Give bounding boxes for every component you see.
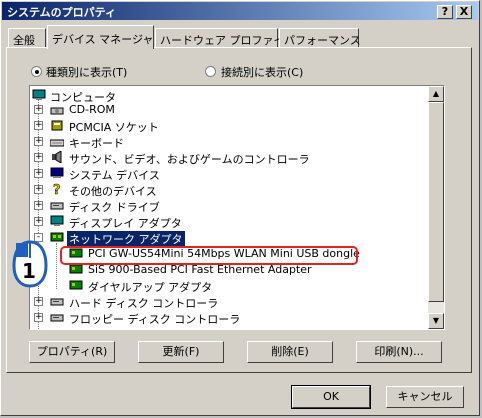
expander-icon[interactable]: + bbox=[34, 201, 43, 210]
system-device-icon bbox=[50, 167, 64, 178]
tree-item-label: サウンド、ビデオ、およびゲームのコントローラ bbox=[69, 153, 310, 166]
tree-connector-children bbox=[56, 243, 57, 289]
tree-item-label: CD-ROM bbox=[69, 103, 115, 116]
ok-button[interactable]: OK bbox=[291, 385, 371, 409]
radio-by-type-label[interactable]: 種類別に表示(T) bbox=[46, 64, 127, 80]
floppy-icon bbox=[50, 314, 64, 322]
hdd-controller-icon bbox=[50, 298, 64, 306]
title-bar: システムのプロパティ ? X bbox=[2, 2, 478, 20]
expander-icon[interactable]: + bbox=[34, 153, 43, 162]
tree-connector bbox=[38, 99, 39, 329]
display-icon bbox=[50, 215, 64, 226]
step-callout: 1 bbox=[10, 240, 50, 288]
expander-icon[interactable]: + bbox=[34, 297, 43, 306]
cancel-button[interactable]: キャンセル bbox=[386, 386, 464, 408]
tree-item-label: システム デバイス bbox=[69, 169, 160, 182]
sound-icon bbox=[52, 151, 62, 163]
expander-icon[interactable]: + bbox=[34, 313, 43, 322]
svg-text:?: ? bbox=[53, 183, 61, 196]
keyboard-icon bbox=[50, 139, 64, 147]
tab-general[interactable]: 全般 bbox=[8, 28, 46, 48]
question-icon: ? bbox=[53, 183, 61, 196]
scroll-down-icon[interactable]: ▼ bbox=[428, 313, 444, 329]
tree-items: + CD-ROM + PCMCIA ソケット + キーボード + サウンド、ビデ… bbox=[29, 85, 428, 330]
tree-item-label: ダイヤルアップ アダプタ bbox=[88, 281, 213, 294]
tab-performance[interactable]: パフォーマンス bbox=[279, 28, 361, 48]
tree-item-label: フロッピー ディスク コントローラ bbox=[69, 313, 241, 326]
highlight-ring bbox=[60, 246, 358, 265]
print-button[interactable]: 印刷(N)... bbox=[356, 341, 442, 363]
window-title: システムのプロパティ bbox=[7, 6, 117, 19]
remove-button[interactable]: 削除(E) bbox=[247, 341, 333, 363]
network-card-icon bbox=[69, 280, 83, 290]
help-button[interactable]: ? bbox=[437, 5, 453, 19]
callout-number: 1 bbox=[22, 259, 36, 283]
expander-icon[interactable]: + bbox=[34, 217, 43, 226]
disk-drive-icon bbox=[50, 202, 64, 210]
radio-by-connection[interactable] bbox=[205, 66, 216, 77]
properties-button[interactable]: プロパティ(R) bbox=[29, 341, 115, 363]
tree-item-label: ハード ディスク コントローラ bbox=[69, 297, 219, 310]
tree-item-label: ディスク ドライブ bbox=[69, 201, 160, 214]
tab-device-manager[interactable]: デバイス マネージャ bbox=[47, 25, 154, 49]
tree-item-label: ネットワーク アダプタ bbox=[67, 231, 185, 247]
expander-icon[interactable]: + bbox=[34, 169, 43, 178]
pcmcia-icon bbox=[51, 120, 63, 131]
scroll-up-icon[interactable]: ▲ bbox=[428, 86, 444, 102]
expander-icon[interactable]: + bbox=[34, 185, 43, 194]
tree-item-label: その他のデバイス bbox=[69, 185, 157, 198]
refresh-button[interactable]: 更新(F) bbox=[138, 341, 224, 363]
tree-scrollbar[interactable]: ▲ ▼ bbox=[428, 86, 444, 329]
cdrom-icon bbox=[50, 107, 64, 115]
network-icon bbox=[50, 232, 64, 242]
expander-icon[interactable]: + bbox=[34, 137, 43, 146]
radio-by-type[interactable] bbox=[31, 66, 42, 77]
tree-item-label: キーボード bbox=[69, 137, 124, 150]
close-button[interactable]: X bbox=[456, 5, 472, 19]
expander-icon[interactable]: + bbox=[34, 121, 43, 130]
tab-hardware-profiles[interactable]: ハードウェア プロファイル bbox=[155, 28, 296, 48]
tree-item-label: ディスプレイ アダプタ bbox=[69, 217, 182, 230]
scroll-thumb[interactable] bbox=[428, 102, 444, 302]
radio-by-connection-label[interactable]: 接続別に表示(C) bbox=[221, 64, 303, 80]
tree-item-label: PCMCIA ソケット bbox=[69, 121, 159, 134]
expander-icon[interactable]: + bbox=[34, 105, 43, 114]
